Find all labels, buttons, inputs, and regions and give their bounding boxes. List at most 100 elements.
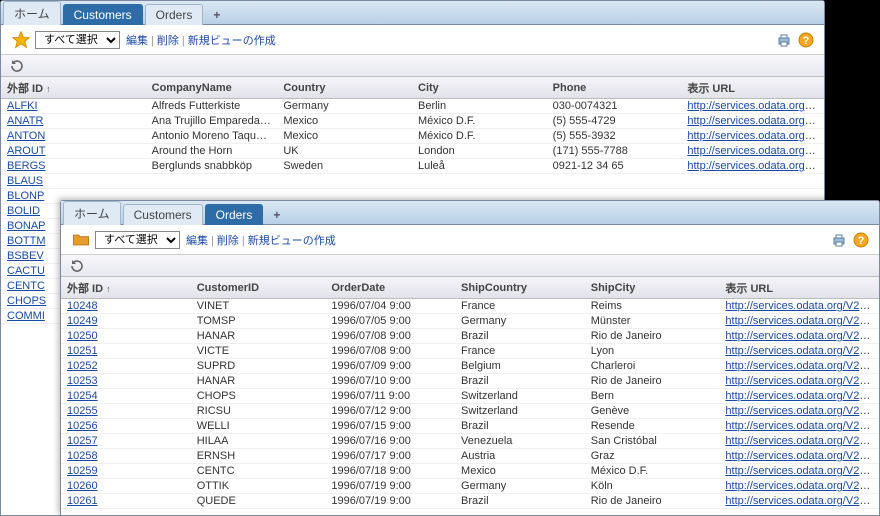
id-link[interactable]: 10261 <box>67 495 98 507</box>
table-row[interactable]: 10261QUEDE1996/07/19 9:00BrazilRio de Ja… <box>61 494 879 509</box>
id-link[interactable]: BLAUS <box>7 175 43 187</box>
table-row[interactable]: 10254CHOPS1996/07/11 9:00SwitzerlandBern… <box>61 389 879 404</box>
id-link[interactable]: BOTTM <box>7 235 46 247</box>
url-link[interactable]: http://services.odata.org/V2/… <box>725 375 873 387</box>
table-row[interactable]: 10252SUPRD1996/07/09 9:00BelgiumCharlero… <box>61 359 879 374</box>
tab-add[interactable]: + <box>265 205 288 225</box>
url-link[interactable]: http://services.odata.org/V2/… <box>687 160 824 172</box>
more-icon[interactable]: … <box>875 420 879 432</box>
id-link[interactable]: ALFKI <box>7 100 38 112</box>
col-ext-id[interactable]: 外部 ID↑ <box>1 80 146 96</box>
url-link[interactable]: http://services.odata.org/V2/… <box>725 345 873 357</box>
id-link[interactable]: ANTON <box>7 130 45 142</box>
url-link[interactable]: http://services.odata.org/V2/… <box>725 435 873 447</box>
url-link[interactable]: http://services.odata.org/V2/… <box>725 330 873 342</box>
tab-home[interactable]: ホーム <box>3 1 61 25</box>
printer-icon[interactable] <box>776 32 792 48</box>
url-link[interactable]: http://services.odata.org/V2/… <box>725 480 873 492</box>
id-link[interactable]: BONAP <box>7 220 46 232</box>
more-icon[interactable]: … <box>875 330 879 342</box>
table-row[interactable]: 10248VINET1996/07/04 9:00FranceReimshttp… <box>61 299 879 314</box>
table-row[interactable]: BERGSBerglunds snabbköpSwedenLuleå0921-1… <box>1 159 824 174</box>
url-link[interactable]: http://services.odata.org/V2/… <box>725 450 873 462</box>
table-row[interactable]: ANTONAntonio Moreno TaqueríaMexicoMéxico… <box>1 129 824 144</box>
tab-home[interactable]: ホーム <box>63 201 121 225</box>
tab-customers[interactable]: Customers <box>123 204 203 225</box>
more-icon[interactable]: … <box>875 405 879 417</box>
url-link[interactable]: http://services.odata.org/V2/… <box>725 405 873 417</box>
table-row[interactable]: 10250HANAR1996/07/08 9:00BrazilRio de Ja… <box>61 329 879 344</box>
id-link[interactable]: ANATR <box>7 115 43 127</box>
url-link[interactable]: http://services.odata.org/V2/… <box>725 360 873 372</box>
new-view-link[interactable]: 新規ビューの作成 <box>248 235 336 247</box>
url-link[interactable]: http://services.odata.org/V2/… <box>687 145 824 157</box>
id-link[interactable]: 10254 <box>67 390 98 402</box>
col-country[interactable]: Country <box>277 82 412 94</box>
col-order-date[interactable]: OrderDate <box>325 282 455 294</box>
more-icon[interactable]: … <box>875 375 879 387</box>
url-link[interactable]: http://services.odata.org/V2/… <box>725 300 873 312</box>
id-link[interactable]: BSBEV <box>7 250 44 262</box>
col-url[interactable]: 表示 URL <box>681 80 824 96</box>
id-link[interactable]: CENTC <box>7 280 45 292</box>
id-link[interactable]: COMMI <box>7 310 45 322</box>
refresh-icon[interactable] <box>69 258 85 274</box>
table-row[interactable]: ALFKIAlfreds FutterkisteGermanyBerlin030… <box>1 99 824 114</box>
more-icon[interactable]: … <box>875 315 879 327</box>
more-icon[interactable]: … <box>875 390 879 402</box>
url-link[interactable]: http://services.odata.org/V2/… <box>725 465 873 477</box>
url-link[interactable]: http://services.odata.org/V2/… <box>687 130 824 142</box>
id-link[interactable]: 10253 <box>67 375 98 387</box>
more-icon[interactable]: … <box>875 360 879 372</box>
table-row[interactable]: 10249TOMSP1996/07/05 9:00GermanyMünsterh… <box>61 314 879 329</box>
col-city[interactable]: City <box>412 82 547 94</box>
table-row[interactable]: ANATRAna Trujillo Emparedados y he…Mexic… <box>1 114 824 129</box>
table-row[interactable]: 10251VICTE1996/07/08 9:00FranceLyonhttp:… <box>61 344 879 359</box>
table-row[interactable]: AROUTAround the HornUKLondon(171) 555-77… <box>1 144 824 159</box>
id-link[interactable]: CACTU <box>7 265 45 277</box>
tab-add[interactable]: + <box>205 5 228 25</box>
table-row[interactable]: 10259CENTC1996/07/18 9:00MexicoMéxico D.… <box>61 464 879 479</box>
more-icon[interactable]: … <box>875 345 879 357</box>
id-link[interactable]: 10256 <box>67 420 98 432</box>
url-link[interactable]: http://services.odata.org/V2/… <box>725 495 873 507</box>
delete-link[interactable]: 削除 <box>217 235 239 247</box>
col-ship-city[interactable]: ShipCity <box>585 282 720 294</box>
table-row[interactable]: 10255RICSU1996/07/12 9:00SwitzerlandGenè… <box>61 404 879 419</box>
more-icon[interactable]: … <box>875 300 879 312</box>
id-link[interactable]: 10252 <box>67 360 98 372</box>
id-link[interactable]: 10260 <box>67 480 98 492</box>
id-link[interactable]: 10248 <box>67 300 98 312</box>
table-row[interactable]: 10257HILAA1996/07/16 9:00VenezuelaSan Cr… <box>61 434 879 449</box>
table-row[interactable]: 10253HANAR1996/07/10 9:00BrazilRio de Ja… <box>61 374 879 389</box>
id-link[interactable]: BOLID <box>7 205 40 217</box>
edit-link[interactable]: 編集 <box>186 235 208 247</box>
table-row[interactable]: BLAUS <box>1 174 824 189</box>
help-icon[interactable]: ? <box>853 232 869 248</box>
new-view-link[interactable]: 新規ビューの作成 <box>188 35 276 47</box>
id-link[interactable]: 10258 <box>67 450 98 462</box>
url-link[interactable]: http://services.odata.org/V2/… <box>687 100 824 112</box>
col-phone[interactable]: Phone <box>547 82 682 94</box>
id-link[interactable]: AROUT <box>7 145 46 157</box>
more-icon[interactable]: … <box>875 480 879 492</box>
help-icon[interactable]: ? <box>798 32 814 48</box>
col-company[interactable]: CompanyName <box>146 82 278 94</box>
select-all-dropdown[interactable]: すべて選択 <box>35 31 120 49</box>
more-icon[interactable]: … <box>875 465 879 477</box>
id-link[interactable]: 10259 <box>67 465 98 477</box>
col-customer-id[interactable]: CustomerID <box>191 282 326 294</box>
table-row[interactable]: 10260OTTIK1996/07/19 9:00GermanyKölnhttp… <box>61 479 879 494</box>
id-link[interactable]: 10255 <box>67 405 98 417</box>
id-link[interactable]: 10249 <box>67 315 98 327</box>
select-all-dropdown[interactable]: すべて選択 <box>95 231 180 249</box>
tab-orders[interactable]: Orders <box>205 204 264 225</box>
id-link[interactable]: BLONP <box>7 190 44 202</box>
url-link[interactable]: http://services.odata.org/V2/… <box>687 115 824 127</box>
table-row[interactable]: 10256WELLI1996/07/15 9:00BrazilResendeht… <box>61 419 879 434</box>
printer-icon[interactable] <box>831 232 847 248</box>
url-link[interactable]: http://services.odata.org/V2/… <box>725 315 873 327</box>
refresh-icon[interactable] <box>9 58 25 74</box>
tab-orders[interactable]: Orders <box>145 4 204 25</box>
id-link[interactable]: BERGS <box>7 160 46 172</box>
